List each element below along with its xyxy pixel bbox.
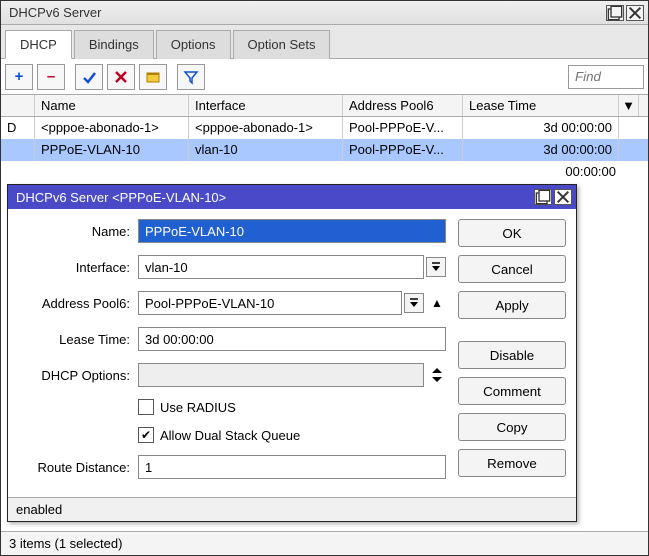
dropdown-icon[interactable]	[426, 257, 446, 277]
dialog-buttons: OK Cancel Apply Disable Comment Copy Rem…	[446, 219, 566, 491]
interface-input[interactable]	[138, 255, 424, 279]
lease-label: Lease Time:	[18, 332, 138, 347]
row-name: PPPoE-VLAN-10	[35, 139, 189, 161]
col-name[interactable]: Name	[35, 95, 189, 116]
edit-dialog: DHCPv6 Server <PPPoE-VLAN-10> Name: Inte…	[7, 184, 577, 522]
dialog-status: enabled	[8, 497, 576, 521]
status-bar: 3 items (1 selected)	[1, 531, 648, 555]
restore-icon[interactable]	[534, 189, 552, 205]
add-button[interactable]: +	[5, 64, 33, 90]
row-lease: 3d 00:00:00	[463, 139, 619, 161]
disable-button[interactable]: Disable	[458, 341, 566, 369]
comment-button[interactable]: Comment	[458, 377, 566, 405]
tab-dhcp[interactable]: DHCP	[5, 30, 72, 59]
remove-button[interactable]: –	[37, 64, 65, 90]
dualstack-checkbox[interactable]: ✔	[138, 427, 154, 443]
apply-button[interactable]: Apply	[458, 291, 566, 319]
row-iface: <pppoe-abonado-1>	[189, 117, 343, 139]
dualstack-label: Allow Dual Stack Queue	[160, 428, 300, 443]
dialog-title: DHCPv6 Server <PPPoE-VLAN-10>	[16, 190, 532, 205]
name-label: Name:	[18, 224, 138, 239]
route-label: Route Distance:	[18, 460, 138, 475]
grid-header: Name Interface Address Pool6 Lease Time …	[1, 95, 648, 117]
comment-button[interactable]	[139, 64, 167, 90]
dialog-form: Name: Interface: Address Pool6: ▲ Leas	[18, 219, 446, 491]
name-input[interactable]	[138, 219, 446, 243]
radius-label: Use RADIUS	[160, 400, 236, 415]
table-row[interactable]: D <pppoe-abonado-1> <pppoe-abonado-1> Po…	[1, 117, 648, 139]
copy-button[interactable]: Copy	[458, 413, 566, 441]
tab-option-sets[interactable]: Option Sets	[233, 30, 331, 59]
row-flag: D	[1, 117, 35, 139]
row-name: <pppoe-abonado-1>	[35, 117, 189, 139]
find-input[interactable]	[568, 65, 644, 89]
enable-button[interactable]	[75, 64, 103, 90]
dropdown-icon[interactable]	[404, 293, 424, 313]
interface-label: Interface:	[18, 260, 138, 275]
table-row[interactable]: PPPoE-VLAN-10 vlan-10 Pool-PPPoE-V... 3d…	[1, 139, 648, 161]
tab-bindings[interactable]: Bindings	[74, 30, 154, 59]
row-iface: vlan-10	[189, 139, 343, 161]
collapse-up-icon[interactable]: ▲	[428, 296, 446, 310]
col-flag[interactable]	[1, 95, 35, 116]
col-menu[interactable]: ▼	[619, 95, 639, 116]
expand-icon[interactable]	[428, 367, 446, 383]
pool-label: Address Pool6:	[18, 296, 138, 311]
close-icon[interactable]	[626, 5, 644, 21]
dialog-titlebar[interactable]: DHCPv6 Server <PPPoE-VLAN-10>	[8, 185, 576, 209]
filter-button[interactable]	[177, 64, 205, 90]
remove-button[interactable]: Remove	[458, 449, 566, 477]
radius-checkbox[interactable]	[138, 399, 154, 415]
tab-bar: DHCP Bindings Options Option Sets	[1, 25, 648, 59]
route-input[interactable]	[138, 455, 446, 479]
row-lease: 3d 00:00:00	[463, 117, 619, 139]
row-lease: 00:00:00	[559, 161, 648, 183]
pool-input[interactable]	[138, 291, 402, 315]
tab-options[interactable]: Options	[156, 30, 231, 59]
col-pool[interactable]: Address Pool6	[343, 95, 463, 116]
close-icon[interactable]	[554, 189, 572, 205]
disable-button[interactable]	[107, 64, 135, 90]
ok-button[interactable]: OK	[458, 219, 566, 247]
col-interface[interactable]: Interface	[189, 95, 343, 116]
toolbar: + –	[1, 59, 648, 95]
row-flag	[1, 139, 35, 161]
lease-input[interactable]	[138, 327, 446, 351]
opts-input[interactable]	[138, 363, 424, 387]
col-lease[interactable]: Lease Time	[463, 95, 619, 116]
row-pool: Pool-PPPoE-V...	[343, 117, 463, 139]
restore-icon[interactable]	[606, 5, 624, 21]
table-row[interactable]: 00:00:00	[1, 161, 648, 183]
row-pool: Pool-PPPoE-V...	[343, 139, 463, 161]
cancel-button[interactable]: Cancel	[458, 255, 566, 283]
window-title: DHCPv6 Server	[9, 5, 604, 20]
opts-label: DHCP Options:	[18, 368, 138, 383]
window-titlebar: DHCPv6 Server	[1, 1, 648, 25]
